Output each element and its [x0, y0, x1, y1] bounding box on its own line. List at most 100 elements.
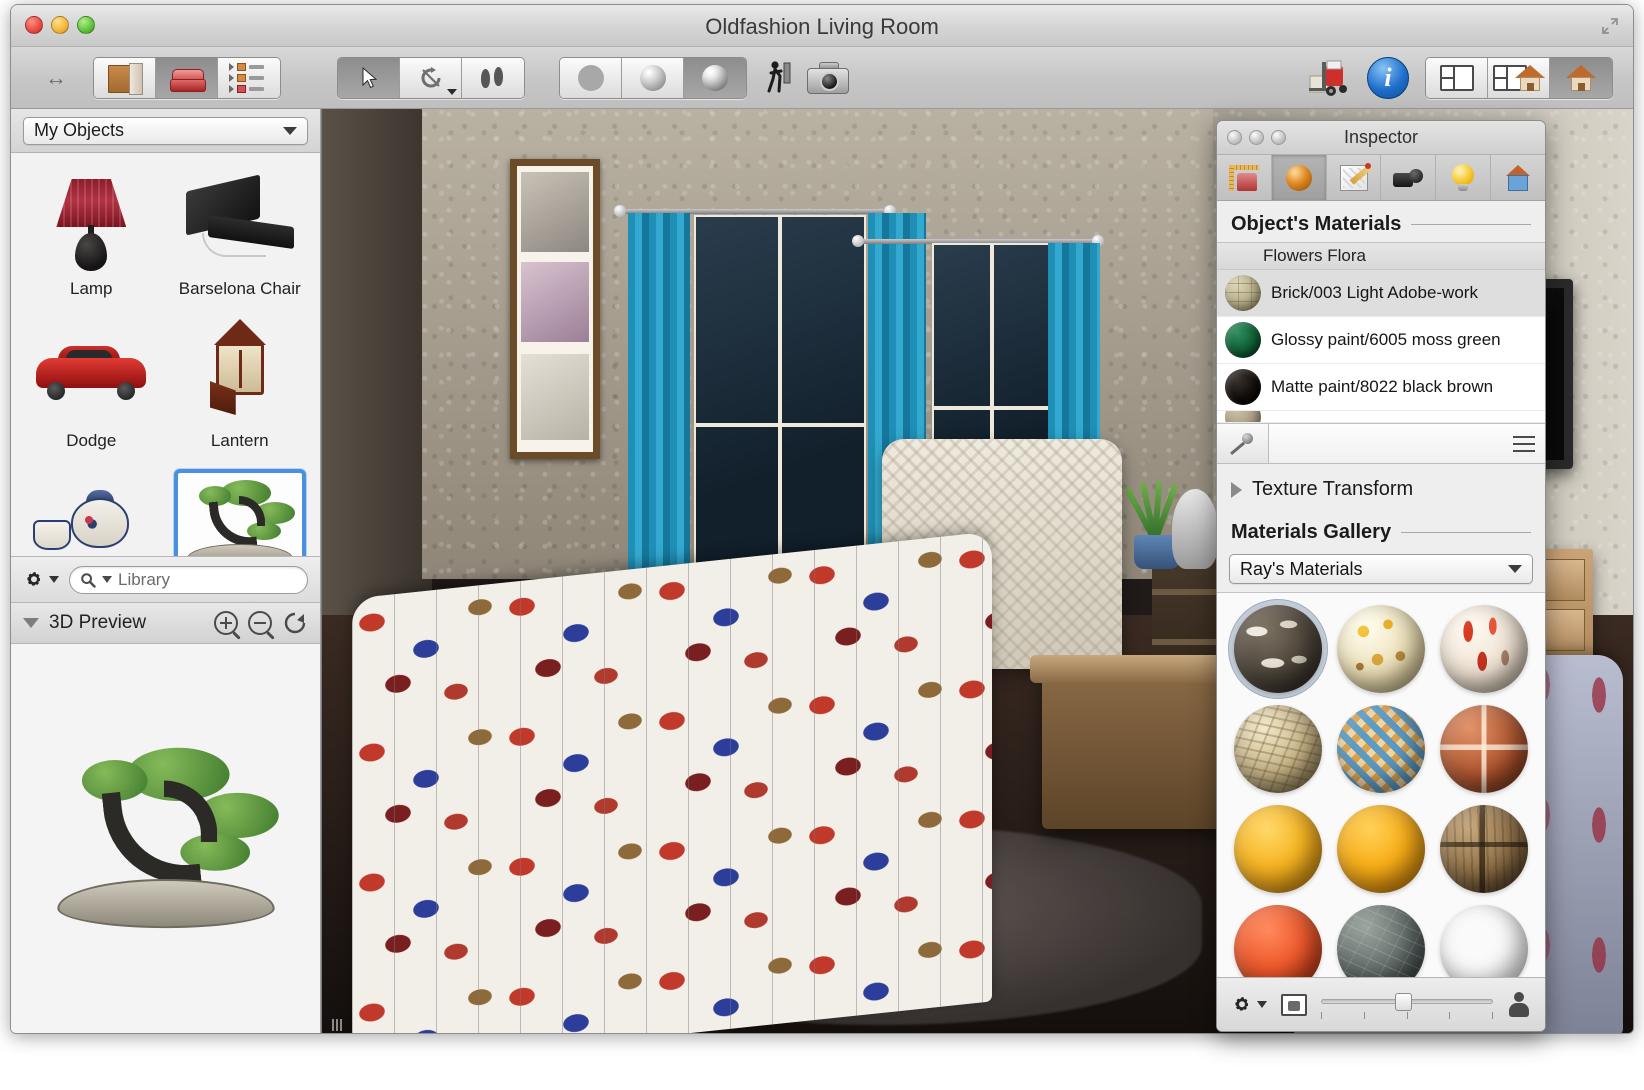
- bonsai-preview: [45, 743, 287, 936]
- window-title: Oldfashion Living Room: [11, 14, 1633, 40]
- material-name-field[interactable]: [1269, 424, 1545, 463]
- material-swatch-slate-concrete[interactable]: [1330, 901, 1433, 977]
- furniture-view-button[interactable]: [156, 58, 218, 98]
- small-preview-icon[interactable]: [1281, 994, 1307, 1016]
- material-swatch-yellow-floral-fabric[interactable]: [1330, 601, 1433, 697]
- resize-arrows-icon[interactable]: ↔: [39, 68, 73, 88]
- flat-render-button[interactable]: [560, 58, 622, 98]
- pencil-canvas-icon: [1340, 165, 1368, 191]
- object-label: Lantern: [211, 431, 269, 451]
- glossy-render-button[interactable]: [684, 58, 746, 98]
- house-view-button[interactable]: [1550, 58, 1612, 98]
- plan-3d-view-button[interactable]: [1488, 58, 1550, 98]
- preview-title: 3D Preview: [49, 612, 204, 634]
- sidebar-search-bar: Library: [11, 556, 320, 602]
- object-item-lamp[interactable]: Lamp: [17, 165, 166, 317]
- tab-materials[interactable]: [1272, 155, 1327, 200]
- render-mode-segmented-control[interactable]: [559, 57, 747, 99]
- eyedropper-button[interactable]: [1217, 424, 1269, 463]
- large-preview-icon[interactable]: [1507, 992, 1531, 1018]
- material-row[interactable]: Brick/003 Light Adobe-work: [1217, 270, 1545, 317]
- chevron-down-icon: [1508, 565, 1522, 573]
- light-bulb-icon: [1452, 164, 1474, 192]
- materials-gallery-grid: [1217, 592, 1545, 977]
- material-tools-bar: [1217, 424, 1545, 464]
- swatch-size-slider[interactable]: [1321, 990, 1493, 1020]
- info-icon[interactable]: i: [1367, 57, 1409, 99]
- shaded-render-button[interactable]: [622, 58, 684, 98]
- tab-drawing[interactable]: [1327, 155, 1382, 200]
- material-swatch-red-floral-fabric[interactable]: [1432, 601, 1535, 697]
- search-scope-chevron-icon[interactable]: [102, 576, 112, 583]
- hamburger-menu-icon[interactable]: [1513, 436, 1535, 452]
- ruler-chair-icon: [1229, 165, 1259, 191]
- object-item-teapot[interactable]: Teapot: [17, 469, 166, 556]
- house-icon: [1566, 65, 1596, 91]
- material-swatch: [1225, 411, 1261, 423]
- tab-object[interactable]: [1217, 155, 1272, 200]
- material-swatch-orange-gloss-paint[interactable]: [1227, 801, 1330, 897]
- material-swatch-wood-plank[interactable]: [1432, 801, 1535, 897]
- search-icon: [80, 572, 96, 588]
- sidebar-action-menu-button[interactable]: [23, 569, 59, 591]
- rotate-icon: [419, 66, 443, 90]
- forklift-icon[interactable]: [1303, 58, 1351, 98]
- material-swatch-amber-gloss-paint[interactable]: [1330, 801, 1433, 897]
- rotate-tool-button[interactable]: [400, 58, 462, 98]
- flat-sphere-icon: [578, 65, 604, 91]
- disclosure-triangle-down-icon[interactable]: [23, 618, 39, 628]
- fullscreen-icon[interactable]: [1601, 17, 1619, 35]
- viewport-resize-grip[interactable]: [326, 1017, 348, 1033]
- chevron-down-icon: [49, 576, 59, 583]
- material-swatch-terracotta-tile[interactable]: [1432, 701, 1535, 797]
- material-swatch: [1225, 322, 1261, 358]
- eyedropper-icon: [1231, 432, 1255, 456]
- material-row[interactable]: Glossy paint/6005 moss green: [1217, 317, 1545, 364]
- measure-tool-button[interactable]: [462, 58, 524, 98]
- select-tool-button[interactable]: [338, 58, 400, 98]
- tab-light[interactable]: [1436, 155, 1491, 200]
- tab-camera[interactable]: [1381, 155, 1436, 200]
- material-swatch-brown-scratched[interactable]: [1432, 901, 1535, 977]
- rotate-reset-icon[interactable]: [282, 611, 308, 635]
- cabinet-view-button[interactable]: [94, 58, 156, 98]
- collection-popup-button[interactable]: My Objects: [23, 117, 308, 145]
- view-mode-segmented-control[interactable]: [93, 57, 281, 99]
- object-label: Dodge: [66, 431, 116, 451]
- cabinet-icon: [108, 63, 142, 93]
- object-item-bonsai[interactable]: Bonsai: [166, 469, 315, 556]
- materials-library-popup-button[interactable]: Ray's Materials: [1229, 554, 1533, 584]
- title-bar: Oldfashion Living Room: [11, 5, 1633, 47]
- lamp-thumbnail: [25, 165, 157, 277]
- object-item-dodge[interactable]: Dodge: [17, 317, 166, 469]
- object-item-barselona-chair[interactable]: Barselona Chair: [166, 165, 315, 317]
- material-swatch-argyle-plaid[interactable]: [1330, 701, 1433, 797]
- gallery-action-menu-button[interactable]: [1231, 994, 1267, 1016]
- texture-transform-section[interactable]: Texture Transform: [1217, 464, 1545, 509]
- preview-3d-canvas[interactable]: [11, 644, 320, 1034]
- polka-dot-sofa: [352, 531, 992, 1034]
- material-swatch-gold-damask[interactable]: [1227, 701, 1330, 797]
- material-swatch-red-orange-paint[interactable]: [1227, 901, 1330, 977]
- tab-room[interactable]: [1491, 155, 1545, 200]
- chevron-down-icon[interactable]: [447, 89, 457, 95]
- disclosure-triangle-right-icon[interactable]: [1231, 482, 1242, 498]
- walking-person-icon[interactable]: [765, 61, 791, 95]
- material-row-partial[interactable]: [1217, 411, 1545, 423]
- object-item-lantern[interactable]: Lantern: [166, 317, 315, 469]
- layout-segmented-control[interactable]: [1425, 57, 1613, 99]
- library-search-input[interactable]: Library: [69, 566, 308, 594]
- car-thumbnail: [25, 317, 157, 429]
- split-view-button[interactable]: [1426, 58, 1488, 98]
- list-view-button[interactable]: [218, 58, 280, 98]
- zoom-out-icon[interactable]: [248, 611, 272, 635]
- zoom-in-icon[interactable]: [214, 611, 238, 635]
- tool-segmented-control[interactable]: [337, 57, 525, 99]
- camera-icon[interactable]: [807, 62, 849, 94]
- material-swatch-dark-floral-fabric[interactable]: [1227, 601, 1330, 697]
- material-name: Matte paint/8022 black brown: [1271, 377, 1493, 397]
- object-materials-list[interactable]: Flowers Flora Brick/003 Light Adobe-work…: [1217, 242, 1545, 424]
- slider-thumb[interactable]: [1395, 993, 1412, 1011]
- material-row[interactable]: Matte paint/8022 black brown: [1217, 364, 1545, 411]
- material-sphere: [1337, 605, 1425, 693]
